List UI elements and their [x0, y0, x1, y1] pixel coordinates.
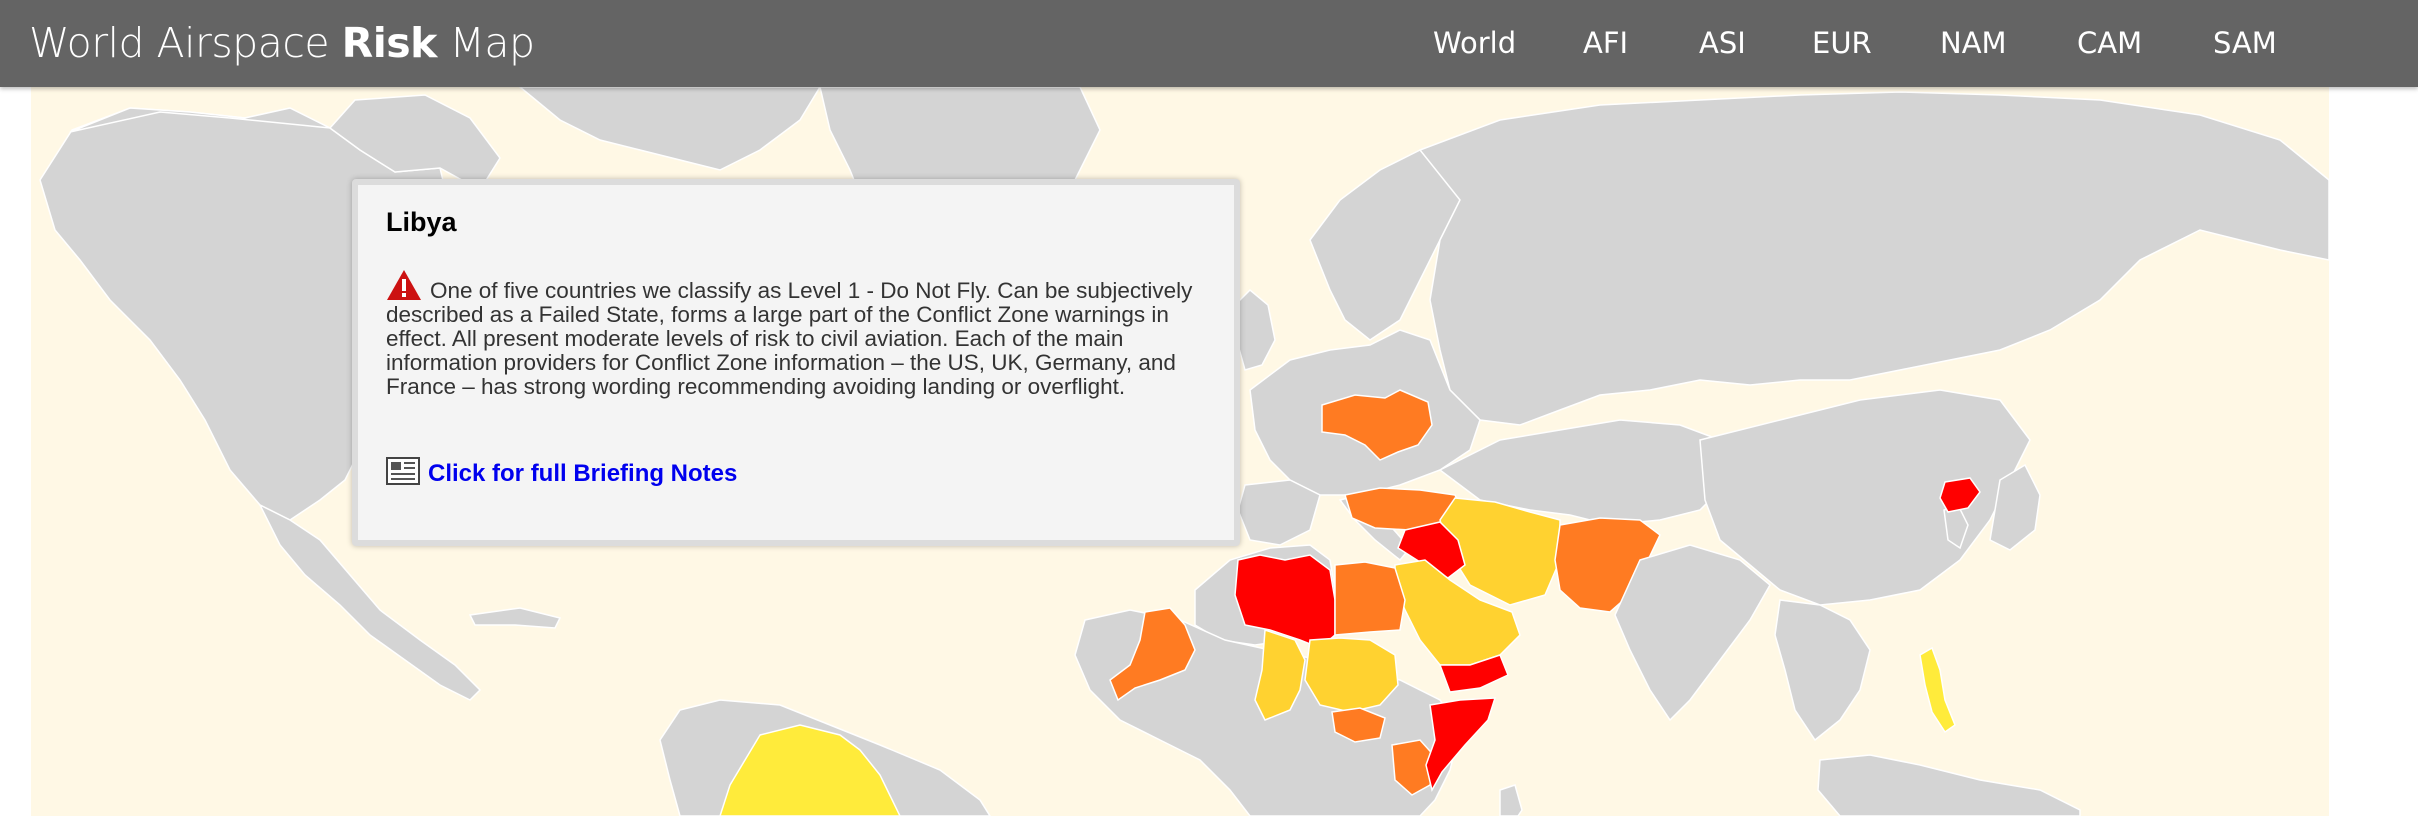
indonesia[interactable]: [1817, 754, 2081, 816]
nav-nam[interactable]: NAM: [1940, 0, 2007, 87]
title-suffix: Map: [436, 19, 535, 67]
document-icon[interactable]: [386, 457, 420, 485]
southeast-asia[interactable]: [1774, 599, 1871, 742]
title-bold: Risk: [341, 19, 438, 67]
top-navbar: World Airspace Risk Map World AFI ASI EU…: [0, 0, 2418, 87]
russia-landmass[interactable]: [1418, 91, 2329, 426]
country-info-panel: Libya One of five countries we classify …: [352, 179, 1240, 546]
nav-eur[interactable]: EUR: [1812, 0, 1872, 87]
philippines[interactable]: [1919, 646, 1956, 734]
arctic-islands[interactable]: [518, 87, 821, 171]
madagascar[interactable]: [1499, 784, 1523, 816]
country-description: One of five countries we classify as Lev…: [386, 278, 1193, 399]
nav-cam[interactable]: CAM: [2077, 0, 2142, 87]
india[interactable]: [1614, 544, 1771, 722]
app-title[interactable]: World Airspace Risk Map: [29, 0, 535, 87]
nav-asi[interactable]: ASI: [1699, 0, 1746, 87]
title-prefix: World Airspace: [29, 19, 342, 67]
nav-afi[interactable]: AFI: [1583, 0, 1628, 87]
briefing-notes-link[interactable]: Click for full Briefing Notes: [428, 460, 737, 488]
egypt[interactable]: [1334, 561, 1406, 636]
caribbean[interactable]: [468, 607, 562, 629]
somalia[interactable]: [1425, 697, 1497, 793]
iberia[interactable]: [1237, 479, 1321, 546]
sudan[interactable]: [1304, 637, 1399, 713]
nav-sam[interactable]: SAM: [2213, 0, 2277, 87]
nav-world[interactable]: World: [1433, 0, 1516, 87]
country-title: Libya: [386, 207, 457, 237]
